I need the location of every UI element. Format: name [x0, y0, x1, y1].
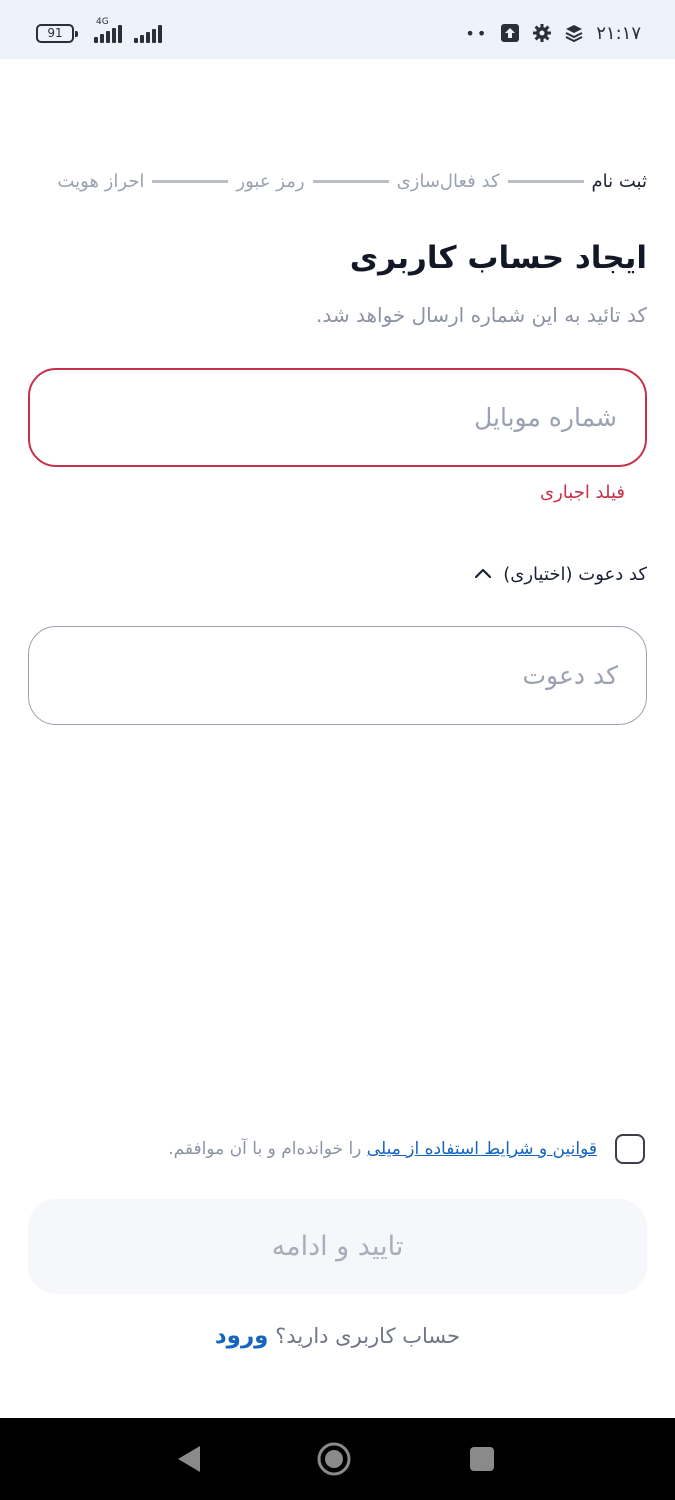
signal-4g-icon: 4G	[94, 17, 122, 43]
registration-stepper: ثبت نام کد فعال‌سازی رمز عبور احراز هویت	[28, 164, 647, 198]
terms-link[interactable]: قوانین و شرایط استفاده از میلی	[367, 1139, 597, 1159]
status-right: •• ۲۱:۱۷	[465, 18, 641, 48]
step-signup: ثبت نام	[591, 170, 647, 192]
battery-icon: 91	[36, 23, 78, 43]
chevron-up-icon	[473, 565, 493, 584]
confirm-continue-button[interactable]: تایید و ادامه	[28, 1199, 647, 1294]
terms-text: قوانین و شرایط استفاده از میلی را خوانده…	[168, 1139, 597, 1159]
network-type: 4G	[96, 17, 109, 27]
have-account-text: حساب کاربری دارید؟	[268, 1324, 461, 1348]
mobile-number-field[interactable]	[28, 368, 647, 467]
invite-code-input[interactable]	[57, 661, 618, 690]
terms-checkbox[interactable]	[615, 1134, 645, 1164]
step-password: رمز عبور	[236, 170, 305, 192]
step-connector	[152, 179, 229, 183]
login-prompt: حساب کاربری دارید؟ ورود	[0, 1323, 675, 1349]
back-icon[interactable]	[170, 1441, 206, 1477]
gear-icon	[532, 23, 552, 43]
terms-agreement: قوانین و شرایط استفاده از میلی را خوانده…	[60, 1134, 645, 1164]
login-link[interactable]: ورود	[215, 1323, 269, 1349]
clock: ۲۱:۱۷	[596, 22, 641, 44]
invite-code-toggle[interactable]: کد دعوت (اختیاری)	[473, 564, 647, 585]
page-subtitle: کد تائید به این شماره ارسال خواهد شد.	[316, 303, 647, 327]
upload-icon	[500, 23, 520, 43]
step-identity-verification: احراز هویت	[57, 170, 145, 192]
step-activation-code: کد فعال‌سازی	[396, 170, 500, 192]
invite-code-field[interactable]	[28, 626, 647, 725]
system-navigation-bar	[0, 1418, 675, 1500]
step-connector	[507, 179, 584, 183]
home-icon[interactable]	[316, 1441, 352, 1477]
status-left: 91 4G	[36, 17, 162, 46]
step-connector	[312, 179, 389, 183]
notification-dots: ••	[465, 23, 489, 43]
status-bar: 91 4G •• ۲۱:۱۷	[0, 0, 675, 59]
recents-icon[interactable]	[464, 1441, 500, 1477]
invite-code-toggle-label: کد دعوت (اختیاری)	[503, 564, 647, 585]
mobile-error-message: فیلد اجباری	[540, 482, 625, 503]
layers-icon	[564, 23, 584, 43]
terms-suffix: را خوانده‌ام و با آن موافقم.	[168, 1139, 367, 1159]
page-title: ایجاد حساب کاربری	[349, 240, 647, 276]
battery-level: 91	[47, 26, 63, 40]
mobile-number-input[interactable]	[58, 403, 617, 432]
signal-icon	[134, 23, 162, 43]
